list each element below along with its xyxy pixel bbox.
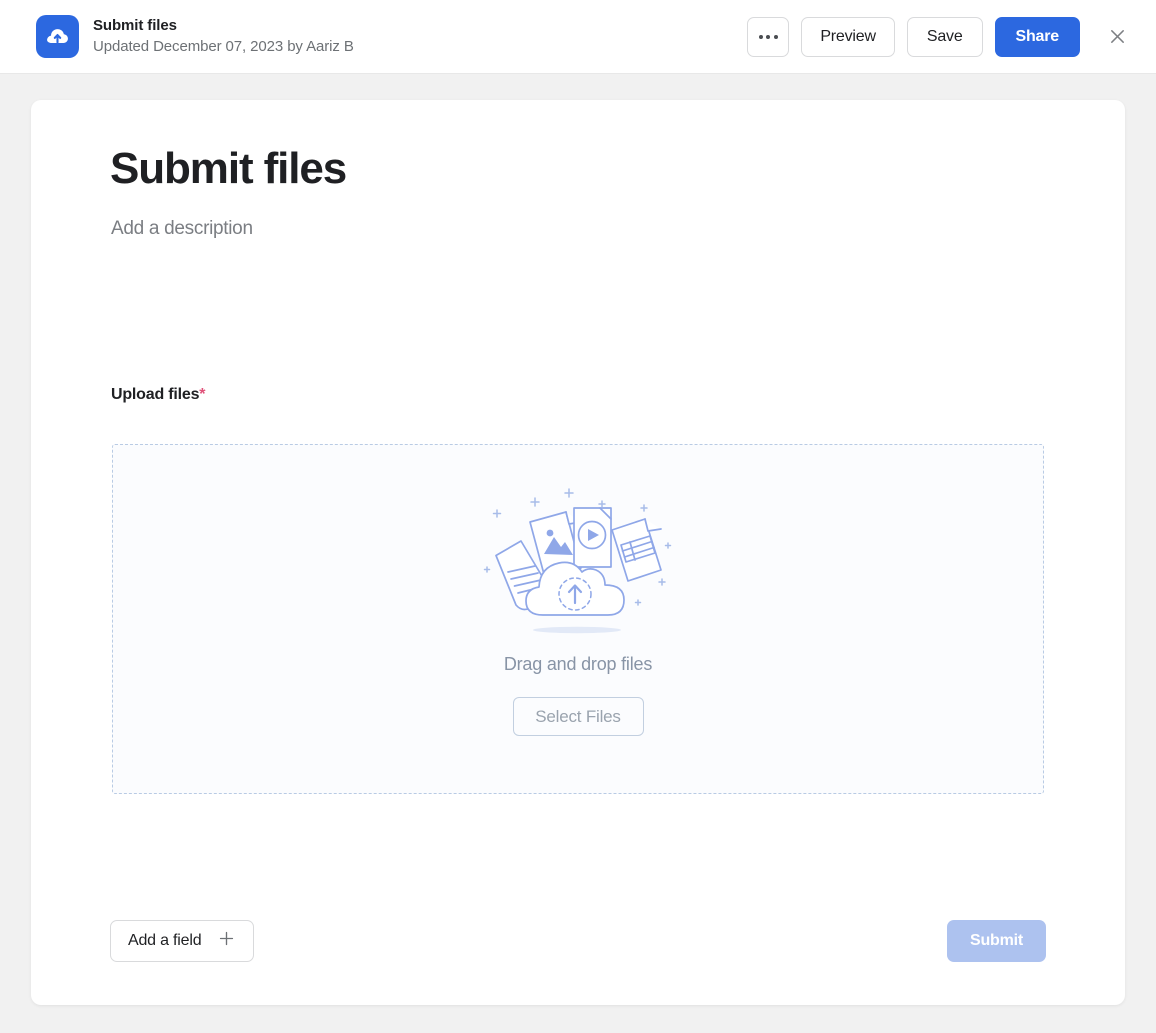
page-title[interactable]: Submit files <box>110 142 347 196</box>
share-button[interactable]: Share <box>994 16 1080 57</box>
dot-icon <box>766 34 771 39</box>
add-field-label: Add a field <box>128 932 202 949</box>
save-button[interactable]: Save <box>906 16 983 57</box>
close-icon[interactable] <box>1100 20 1134 54</box>
upload-files-label: Upload files* <box>111 386 206 404</box>
required-marker: * <box>199 386 206 403</box>
description-input[interactable]: Add a description <box>111 218 253 240</box>
preview-button[interactable]: Preview <box>801 16 895 57</box>
dot-icon <box>758 34 763 39</box>
header-title: Submit files <box>93 16 177 34</box>
form-card: Submit files Add a description Upload fi… <box>31 100 1125 1005</box>
add-field-button[interactable]: Add a field <box>110 920 255 962</box>
cloud-upload-icon <box>36 15 79 58</box>
select-files-button[interactable]: Select Files <box>512 697 644 736</box>
brand-text: Submit files Updated December 07, 2023 b… <box>93 16 354 58</box>
file-dropzone[interactable]: Drag and drop files Select Files <box>112 444 1044 794</box>
more-options-button[interactable] <box>747 16 790 57</box>
dot-icon <box>773 34 778 39</box>
plus-icon <box>217 929 236 953</box>
header-subtitle: Updated December 07, 2023 by Aariz B <box>93 37 354 55</box>
dropzone-hint: Drag and drop files <box>503 654 653 674</box>
brand-block: Submit files Updated December 07, 2023 b… <box>36 15 354 58</box>
files-cloud-upload-illustration <box>483 488 672 634</box>
top-bar: Submit files Updated December 07, 2023 b… <box>0 0 1156 74</box>
submit-button[interactable]: Submit <box>947 920 1046 962</box>
field-label-text: Upload files <box>111 386 200 403</box>
header-actions: Preview Save Share <box>747 16 1134 57</box>
